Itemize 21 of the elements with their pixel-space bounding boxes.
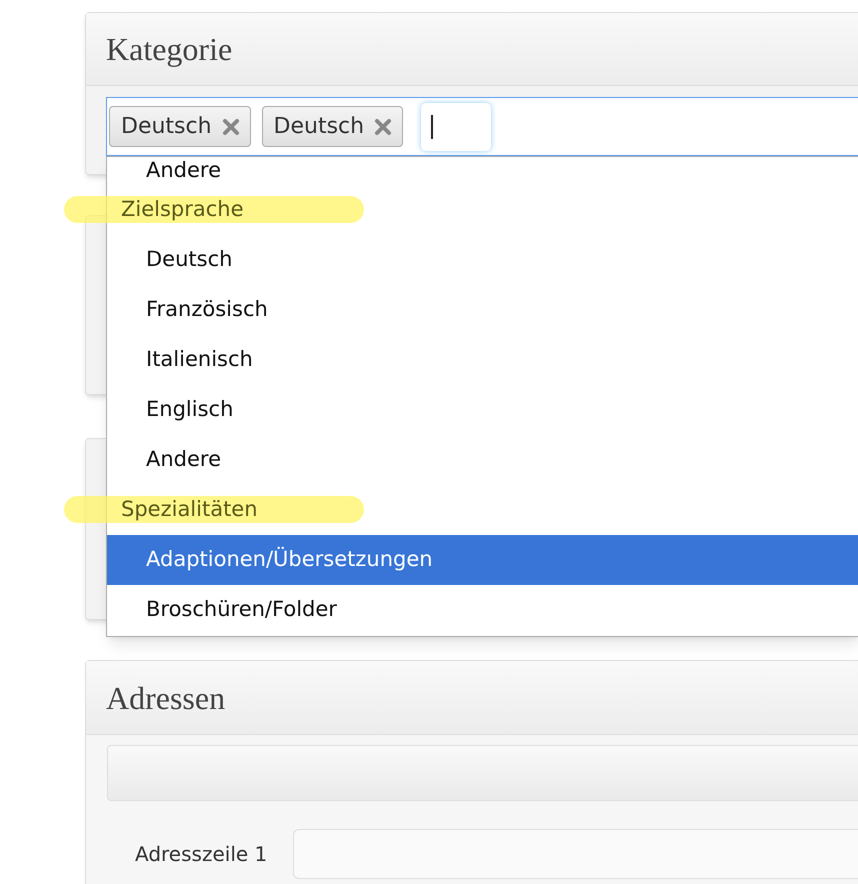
dropdown-option[interactable]: Adaptionen/Übersetzungen bbox=[107, 535, 858, 585]
input-field[interactable] bbox=[293, 829, 858, 879]
remove-icon[interactable] bbox=[222, 118, 240, 136]
group-label: Spezialitäten bbox=[121, 496, 258, 524]
dropdown-option[interactable]: Englisch bbox=[107, 385, 858, 435]
group-label: Zielsprache bbox=[121, 196, 244, 224]
search-input[interactable] bbox=[421, 102, 492, 150]
dropdown-option[interactable]: Deutsch bbox=[107, 235, 858, 285]
panel-title: Adressen bbox=[106, 678, 226, 718]
dropdown-option[interactable]: Andere bbox=[107, 157, 858, 185]
panel-title: Kategorie bbox=[106, 30, 232, 69]
tag-label: Deutsch bbox=[121, 113, 212, 141]
field-label: Adresszeile 1 bbox=[134, 841, 268, 868]
remove-icon[interactable] bbox=[374, 118, 392, 136]
dropdown-option[interactable]: Italienisch bbox=[107, 335, 858, 385]
dropdown-option[interactable]: Andere bbox=[107, 435, 858, 485]
dropdown-option[interactable]: Broschüren/Folder bbox=[107, 585, 858, 635]
dropdown-option[interactable]: Französisch bbox=[107, 285, 858, 335]
tag-label: Deutsch bbox=[274, 113, 364, 141]
text-cursor-icon bbox=[431, 114, 434, 138]
tag-input-field[interactable]: Deutsch Deutsch bbox=[106, 97, 858, 156]
